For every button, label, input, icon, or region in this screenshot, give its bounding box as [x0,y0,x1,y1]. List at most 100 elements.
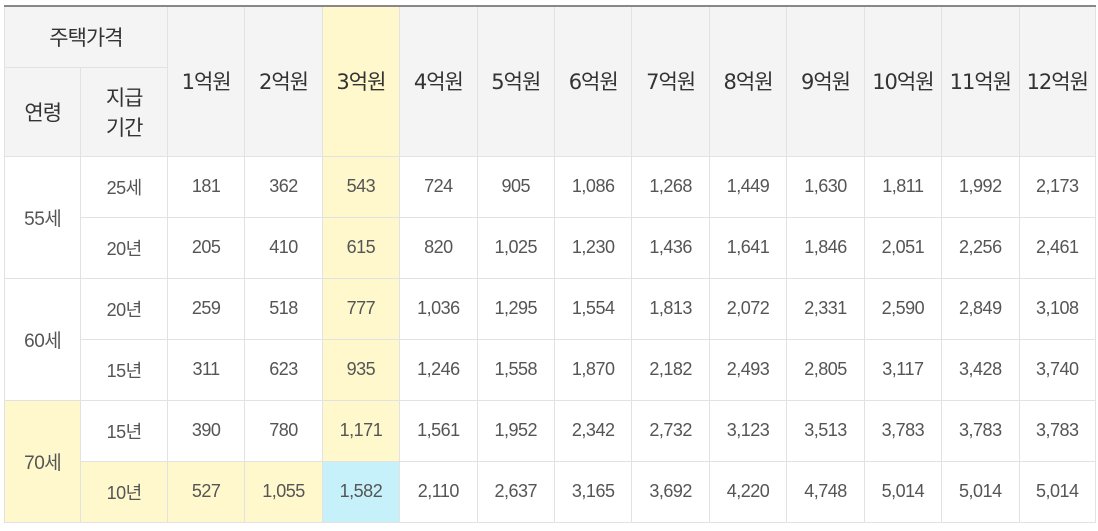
value-cell: 1,055 [244,460,323,523]
age-header: 연령 [3,66,82,157]
price-col-8: 8억원 [708,5,788,157]
value-cell: 2,732 [631,399,710,462]
value-cell: 780 [244,399,323,462]
price-col-4: 4억원 [399,5,478,157]
price-col-11: 11억원 [941,5,1020,157]
table-body: 55세 25세 181 362 543 724 905 1,086 1,268 … [3,155,1097,523]
table-row: 10년 527 1,055 1,582 2,110 2,637 3,165 3,… [5,460,1097,523]
price-col-3: 3억원 [321,5,401,157]
value-cell: 362 [244,155,323,218]
table-header: 주택가격 1억원 2억원 3억원 4억원 5억원 6억원 7억원 8억원 9억원… [3,5,1097,157]
value-cell: 2,590 [863,277,943,340]
value-cell: 3,165 [553,460,633,523]
value-cell: 1,561 [399,399,478,462]
table-row: 60세 20년 259 518 777 1,036 1,295 1,554 1,… [3,277,1097,401]
period-cell: 15년 [80,399,168,462]
value-cell: 820 [399,216,478,279]
value-cell: 518 [244,277,323,340]
price-col-1: 1억원 [166,5,246,157]
period-header-line2: 기간 [105,115,144,140]
value-cell: 623 [244,338,323,401]
value-cell: 1,295 [476,277,555,340]
value-cell: 410 [244,216,323,279]
value-cell: 1,846 [786,216,865,279]
period-cell: 20년 [80,277,168,340]
value-cell: 3,428 [941,338,1020,401]
value-cell: 390 [166,399,246,462]
value-cell: 3,783 [1018,399,1097,462]
age-cell: 60세 [3,277,82,401]
period-cell: 20년 [80,216,168,279]
value-cell: 3,783 [941,399,1020,462]
table-row: 20년 205 410 615 820 1,025 1,230 1,436 1,… [5,216,1097,279]
price-col-7: 7억원 [631,5,710,157]
value-cell: 724 [399,155,478,218]
value-cell: 2,256 [941,216,1020,279]
period-header: 지급기간 [80,66,168,157]
value-cell: 1,086 [553,155,633,218]
price-col-9: 9억원 [786,5,865,157]
value-cell: 1,436 [631,216,710,279]
value-cell: 2,461 [1018,216,1097,279]
value-cell: 777 [321,277,401,340]
value-cell: 1,630 [786,155,865,218]
value-cell: 1,246 [399,338,478,401]
age-cell: 55세 [3,155,82,279]
value-cell: 1,230 [553,216,633,279]
table-row: 15년 311 623 935 1,246 1,558 1,870 2,182 … [5,338,1097,401]
period-header-line1: 지급 [105,85,144,110]
value-cell: 181 [166,155,246,218]
value-cell: 3,740 [1018,338,1097,401]
value-cell-highlighted: 1,582 [321,460,401,523]
value-cell: 1,992 [941,155,1020,218]
value-cell: 3,513 [786,399,865,462]
value-cell: 2,637 [476,460,555,523]
value-cell: 1,811 [863,155,943,218]
value-cell: 2,342 [553,399,633,462]
value-cell: 527 [166,460,246,523]
value-cell: 2,182 [631,338,710,401]
value-cell: 3,108 [1018,277,1097,340]
value-cell: 4,748 [786,460,865,523]
value-cell: 1,268 [631,155,710,218]
value-cell: 3,783 [863,399,943,462]
value-cell: 3,117 [863,338,943,401]
value-cell: 4,220 [708,460,788,523]
value-cell: 5,014 [941,460,1020,523]
value-cell: 3,123 [708,399,788,462]
table-row: 70세 15년 390 780 1,171 1,561 1,952 2,342 … [3,399,1097,523]
value-cell: 1,813 [631,277,710,340]
value-cell: 1,449 [708,155,788,218]
value-cell: 2,849 [941,277,1020,340]
price-col-10: 10억원 [863,5,943,157]
value-cell: 543 [321,155,401,218]
value-cell: 1,036 [399,277,478,340]
value-cell: 1,171 [321,399,401,462]
price-col-5: 5억원 [476,5,555,157]
value-cell: 5,014 [863,460,943,523]
value-cell: 1,952 [476,399,555,462]
value-cell: 311 [166,338,246,401]
value-cell: 2,805 [786,338,865,401]
pension-table: 주택가격 1억원 2억원 3억원 4억원 5억원 6억원 7억원 8억원 9억원… [3,5,1097,523]
value-cell: 5,014 [1018,460,1097,523]
price-col-2: 2억원 [244,5,323,157]
value-cell: 2,051 [863,216,943,279]
value-cell: 1,641 [708,216,788,279]
price-col-6: 6억원 [553,5,633,157]
value-cell: 1,870 [553,338,633,401]
value-cell: 905 [476,155,555,218]
house-price-header: 주택가격 [4,5,168,68]
value-cell: 2,173 [1018,155,1097,218]
period-cell: 10년 [80,460,168,523]
value-cell: 2,110 [399,460,478,523]
table-row: 55세 25세 181 362 543 724 905 1,086 1,268 … [3,155,1097,279]
value-cell: 1,025 [476,216,555,279]
value-cell: 205 [166,216,246,279]
value-cell: 259 [166,277,246,340]
value-cell: 615 [321,216,401,279]
price-col-12: 12억원 [1018,5,1097,157]
period-cell: 25세 [80,155,168,218]
value-cell: 1,554 [553,277,633,340]
age-cell: 70세 [3,399,82,523]
